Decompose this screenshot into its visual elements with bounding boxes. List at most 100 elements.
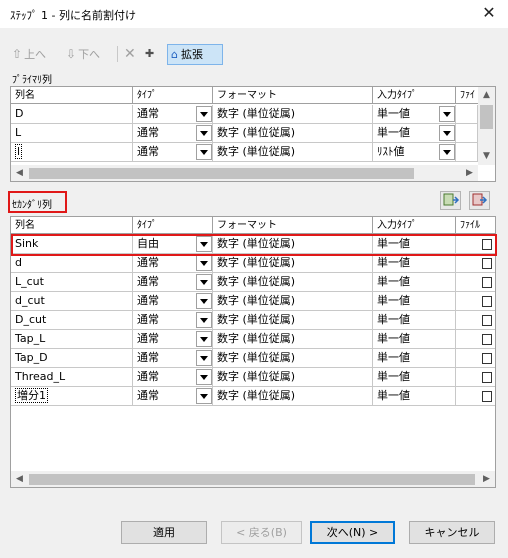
cell-column-name[interactable]: Tap_L [11,330,133,349]
cell-input-type[interactable]: ﾘｽﾄ値 [373,143,456,162]
cell-file[interactable] [456,311,495,330]
export-icon[interactable] [469,191,490,210]
chevron-down-icon[interactable] [439,106,455,122]
header-type[interactable]: ﾀｲﾌﾟ [133,87,213,104]
cell-file[interactable] [456,124,478,143]
new-column-button[interactable]: ✚ [145,44,154,64]
cell-format[interactable]: 数字 (単位従属) [213,143,373,162]
cell-format[interactable]: 数字 (単位従属) [213,273,373,292]
header-column-name[interactable]: 列名 [11,87,133,104]
cell-type[interactable]: 通常 [133,292,213,311]
cell-column-name[interactable]: 増分1 [11,387,133,406]
cell-column-name[interactable]: D_cut [11,311,133,330]
scroll-up-icon[interactable]: ▲ [478,87,495,104]
cell-format[interactable]: 数字 (単位従属) [213,330,373,349]
scroll-down-icon[interactable]: ▼ [478,148,495,165]
file-checkbox[interactable] [482,277,492,288]
cell-format[interactable]: 数字 (単位従属) [213,349,373,368]
chevron-down-icon[interactable] [196,125,212,141]
cell-type[interactable]: 通常 [133,254,213,273]
cell-type[interactable]: 通常 [133,311,213,330]
scroll-right-icon[interactable]: ▶ [461,165,478,181]
cell-column-name[interactable]: Tap_D [11,349,133,368]
cell-file[interactable] [456,330,495,349]
cell-format[interactable]: 数字 (単位従属) [213,235,373,254]
cell-type[interactable]: 通常 [133,349,213,368]
table-row[interactable]: D_cut 通常 数字 (単位従属) 単一値 [11,311,495,330]
cell-input-type[interactable]: 単一値 [373,273,456,292]
chevron-down-icon[interactable] [196,369,212,385]
table-row[interactable]: Tap_L 通常 数字 (単位従属) 単一値 [11,330,495,349]
cell-column-name[interactable]: Sink [11,235,133,254]
chevron-down-icon[interactable] [196,144,212,160]
cell-column-name[interactable]: D [11,105,133,124]
table-row[interactable]: 増分1 通常 数字 (単位従属) 単一値 [11,387,495,406]
cell-format[interactable]: 数字 (単位従属) [213,368,373,387]
cell-format[interactable]: 数字 (単位従属) [213,387,373,406]
back-button[interactable]: < 戻る(B) [221,521,302,544]
cell-type[interactable]: 通常 [133,105,213,124]
header-format[interactable]: フォーマット [213,217,373,234]
header-input-type[interactable]: 入力ﾀｲﾌﾟ [373,87,456,104]
file-checkbox[interactable] [482,391,492,402]
table-row[interactable]: Tap_D 通常 数字 (単位従属) 単一値 [11,349,495,368]
header-format[interactable]: フォーマット [213,87,373,104]
cell-type[interactable]: 通常 [133,124,213,143]
cell-type[interactable]: 通常 [133,368,213,387]
cell-column-name[interactable]: L_cut [11,273,133,292]
table-row[interactable]: Thread_L 通常 数字 (単位従属) 単一値 [11,368,495,387]
table-row[interactable]: D 通常 数字 (単位従属) 単一値 [11,105,478,124]
header-input-type[interactable]: 入力ﾀｲﾌﾟ [373,217,456,234]
file-checkbox[interactable] [482,239,492,250]
file-checkbox[interactable] [482,372,492,383]
cell-input-type[interactable]: 単一値 [373,105,456,124]
cell-format[interactable]: 数字 (単位従属) [213,124,373,143]
cell-input-type[interactable]: 単一値 [373,311,456,330]
cell-file[interactable] [456,143,478,162]
cell-format[interactable]: 数字 (単位従属) [213,105,373,124]
chevron-down-icon[interactable] [196,388,212,404]
chevron-down-icon[interactable] [439,144,455,160]
file-checkbox[interactable] [482,258,492,269]
scroll-right-icon[interactable]: ▶ [478,471,495,487]
table-row[interactable]: L_cut 通常 数字 (単位従属) 単一値 [11,273,495,292]
cell-type[interactable]: 通常 [133,273,213,292]
cell-column-name[interactable]: d_cut [11,292,133,311]
header-type[interactable]: ﾀｲﾌﾟ [133,217,213,234]
header-file[interactable]: ﾌｧｲﾙ [456,217,495,234]
cell-column-name[interactable]: l [11,143,133,162]
cell-file[interactable] [456,235,495,254]
file-checkbox[interactable] [482,315,492,326]
chevron-down-icon[interactable] [196,331,212,347]
chevron-down-icon[interactable] [196,255,212,271]
file-checkbox[interactable] [482,334,492,345]
chevron-down-icon[interactable] [196,312,212,328]
cell-input-type[interactable]: 単一値 [373,254,456,273]
cell-file[interactable] [456,254,495,273]
cancel-button[interactable]: キャンセル [409,521,495,544]
cell-column-name[interactable]: L [11,124,133,143]
header-column-name[interactable]: 列名 [11,217,133,234]
import-icon[interactable] [440,191,461,210]
chevron-down-icon[interactable] [196,350,212,366]
secondary-horizontal-scrollbar[interactable]: ◀ ▶ [11,471,495,487]
cell-format[interactable]: 数字 (単位従属) [213,292,373,311]
file-checkbox[interactable] [482,296,492,307]
chevron-down-icon[interactable] [196,293,212,309]
primary-horizontal-scrollbar[interactable]: ◀ ▶ [11,165,478,181]
cell-input-type[interactable]: 単一値 [373,349,456,368]
cell-input-type[interactable]: 単一値 [373,235,456,254]
delete-button[interactable]: ✕ [124,44,136,64]
cell-type[interactable]: 通常 [133,387,213,406]
scroll-left-icon[interactable]: ◀ [11,471,28,487]
cell-input-type[interactable]: 単一値 [373,387,456,406]
chevron-down-icon[interactable] [196,106,212,122]
cell-file[interactable] [456,387,495,406]
table-row[interactable]: Sink 自由 数字 (単位従属) 単一値 [11,235,495,254]
cell-input-type[interactable]: 単一値 [373,292,456,311]
move-up-button[interactable]: ⇧ 上へ [12,44,46,64]
chevron-down-icon[interactable] [439,125,455,141]
cell-file[interactable] [456,105,478,124]
chevron-down-icon[interactable] [196,236,212,252]
cell-file[interactable] [456,349,495,368]
